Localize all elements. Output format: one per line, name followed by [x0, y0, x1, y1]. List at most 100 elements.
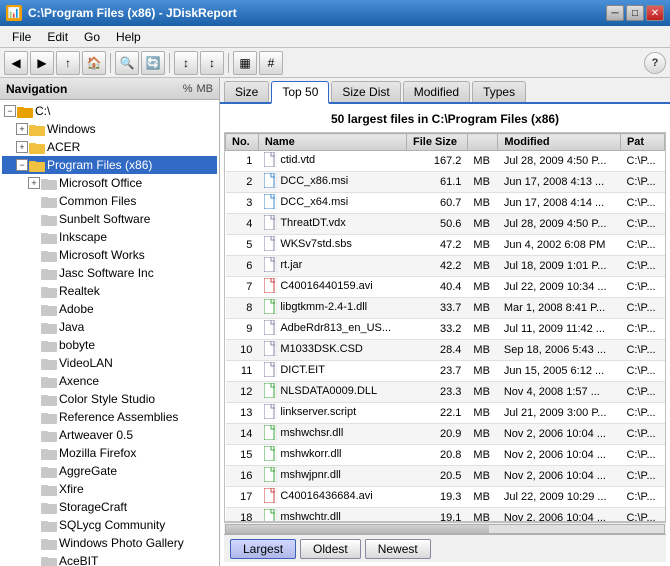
tree-item-programfilesx86[interactable]: − Program Files (x86) [2, 156, 217, 174]
tree-item-java[interactable]: Java [2, 318, 217, 336]
up-button[interactable]: ↑ [56, 51, 80, 75]
expand-refassemblies[interactable] [28, 411, 40, 423]
table-row[interactable]: 17 C40016436684.avi 19.3 MB Jul 22, 2009… [226, 487, 665, 508]
tree-item-aggregate[interactable]: AggreGate [2, 462, 217, 480]
forward-button[interactable]: ▶ [30, 51, 54, 75]
expand-acer[interactable]: + [16, 141, 28, 153]
tree-item-refassemblies[interactable]: Reference Assemblies [2, 408, 217, 426]
expand-colorstudio[interactable] [28, 393, 40, 405]
tree-item-jascsoft[interactable]: Jasc Software Inc [2, 264, 217, 282]
tree-item-adobe[interactable]: Adobe [2, 300, 217, 318]
tree-item-sunbeltsoft[interactable]: Sunbelt Software [2, 210, 217, 228]
expand-windows[interactable]: + [16, 123, 28, 135]
sort-asc-button[interactable]: ↕ [174, 51, 198, 75]
table-row[interactable]: 14 mshwchsr.dll 20.9 MB Nov 2, 2006 10:0… [226, 424, 665, 445]
expand-commonfiles[interactable] [28, 195, 40, 207]
tree-item-colorstudio[interactable]: Color Style Studio [2, 390, 217, 408]
sort-desc-button[interactable]: ↕ [200, 51, 224, 75]
expand-sunbeltsoft[interactable] [28, 213, 40, 225]
expand-acebit[interactable] [28, 555, 40, 566]
menu-edit[interactable]: Edit [39, 28, 76, 46]
tree-item-storagecraft[interactable]: StorageCraft [2, 498, 217, 516]
table-row[interactable]: 7 C40016440159.avi 40.4 MB Jul 22, 2009 … [226, 277, 665, 298]
expand-mozillaff[interactable] [28, 447, 40, 459]
newest-button[interactable]: Newest [365, 539, 431, 559]
tab-size[interactable]: Size [224, 81, 269, 102]
tree-item-mozillaff[interactable]: Mozilla Firefox [2, 444, 217, 462]
table-row[interactable]: 2 DCC_x86.msi 61.1 MB Jun 17, 2008 4:13 … [226, 172, 665, 193]
cell-modified: Jul 22, 2009 10:34 ... [498, 277, 621, 298]
table-row[interactable]: 5 WKSv7std.sbs 47.2 MB Jun 4, 2002 6:08 … [226, 235, 665, 256]
table-row[interactable]: 10 M1033DSK.CSD 28.4 MB Sep 18, 2006 5:4… [226, 340, 665, 361]
help-button[interactable]: ? [644, 52, 666, 74]
refresh-button[interactable]: 🔄 [141, 51, 165, 75]
expand-c-root[interactable]: − [4, 105, 16, 117]
expand-aggregate[interactable] [28, 465, 40, 477]
expand-xfire[interactable] [28, 483, 40, 495]
expand-videolan[interactable] [28, 357, 40, 369]
expand-java[interactable] [28, 321, 40, 333]
menu-go[interactable]: Go [76, 28, 108, 46]
tree-item-microsoftworks[interactable]: Microsoft Works [2, 246, 217, 264]
table-row[interactable]: 16 mshwjpnr.dll 20.5 MB Nov 2, 2006 10:0… [226, 466, 665, 487]
expand-storagecraft[interactable] [28, 501, 40, 513]
expand-realtek[interactable] [28, 285, 40, 297]
table-row[interactable]: 8 libgtkmm-2.4-1.dll 33.7 MB Mar 1, 2008… [226, 298, 665, 319]
oldest-button[interactable]: Oldest [300, 539, 361, 559]
expand-adobe[interactable] [28, 303, 40, 315]
options-button[interactable]: # [259, 51, 283, 75]
search-button[interactable]: 🔍 [115, 51, 139, 75]
tree-item-windows[interactable]: + Windows [2, 120, 217, 138]
horizontal-scrollbar[interactable] [224, 522, 666, 534]
table-row[interactable]: 9 AdbeRdr813_en_US... 33.2 MB Jul 11, 20… [226, 319, 665, 340]
tree-item-winphotogallery[interactable]: Windows Photo Gallery [2, 534, 217, 552]
tree-item-acebit[interactable]: AceBIT [2, 552, 217, 566]
expand-artweaver[interactable] [28, 429, 40, 441]
tab-top50[interactable]: Top 50 [271, 81, 329, 104]
table-row[interactable]: 12 NLSDATA0009.DLL 23.3 MB Nov 4, 2008 1… [226, 382, 665, 403]
tab-sizedist[interactable]: Size Dist [331, 81, 400, 102]
expand-bobyte[interactable] [28, 339, 40, 351]
tree-item-microsoftoffice[interactable]: + Microsoft Office [2, 174, 217, 192]
table-row[interactable]: 4 ThreatDT.vdx 50.6 MB Jul 28, 2009 4:50… [226, 214, 665, 235]
tree-item-c-root[interactable]: − C:\ [2, 102, 217, 120]
close-button[interactable]: ✕ [646, 5, 664, 21]
tree-item-sqlycg[interactable]: SQLycg Community [2, 516, 217, 534]
tree-item-commonfiles[interactable]: Common Files [2, 192, 217, 210]
table-row[interactable]: 3 DCC_x64.msi 60.7 MB Jun 17, 2008 4:14 … [226, 193, 665, 214]
table-row[interactable]: 18 mshwchtr.dll 19.1 MB Nov 2, 2006 10:0… [226, 508, 665, 523]
table-row[interactable]: 11 DICT.EIT 23.7 MB Jun 15, 2005 6:12 ..… [226, 361, 665, 382]
tree-item-bobyte[interactable]: bobyte [2, 336, 217, 354]
back-button[interactable]: ◀ [4, 51, 28, 75]
expand-jascsoft[interactable] [28, 267, 40, 279]
largest-button[interactable]: Largest [230, 539, 296, 559]
expand-programfilesx86[interactable]: − [16, 159, 28, 171]
table-row[interactable]: 13 linkserver.script 22.1 MB Jul 21, 200… [226, 403, 665, 424]
expand-axence[interactable] [28, 375, 40, 387]
tree-item-acer[interactable]: + ACER [2, 138, 217, 156]
menu-help[interactable]: Help [108, 28, 149, 46]
maximize-button[interactable]: □ [626, 5, 644, 21]
expand-microsoftoffice[interactable]: + [28, 177, 40, 189]
tree-item-videolan[interactable]: VideoLAN [2, 354, 217, 372]
nav-tree[interactable]: − C:\ + Windows + ACER [0, 100, 219, 566]
tab-modified[interactable]: Modified [403, 81, 470, 102]
expand-inkscape[interactable] [28, 231, 40, 243]
expand-sqlycg[interactable] [28, 519, 40, 531]
tree-item-xfire[interactable]: Xfire [2, 480, 217, 498]
expand-winphotogallery[interactable] [28, 537, 40, 549]
table-row[interactable]: 1 ctid.vtd 167.2 MB Jul 28, 2009 4:50 P.… [226, 151, 665, 172]
expand-microsoftworks[interactable] [28, 249, 40, 261]
tree-item-realtek[interactable]: Realtek [2, 282, 217, 300]
minimize-button[interactable]: ─ [606, 5, 624, 21]
tree-item-artweaver[interactable]: Artweaver 0.5 [2, 426, 217, 444]
data-table[interactable]: No. Name File Size Modified Pat 1 [224, 132, 666, 522]
tree-item-axence[interactable]: Axence [2, 372, 217, 390]
tree-item-inkscape[interactable]: Inkscape [2, 228, 217, 246]
table-row[interactable]: 15 mshwkorr.dll 20.8 MB Nov 2, 2006 10:0… [226, 445, 665, 466]
menu-file[interactable]: File [4, 28, 39, 46]
home-button[interactable]: 🏠 [82, 51, 106, 75]
view-button[interactable]: ▦ [233, 51, 257, 75]
table-row[interactable]: 6 rt.jar 42.2 MB Jul 18, 2009 1:01 P... … [226, 256, 665, 277]
tab-types[interactable]: Types [472, 81, 526, 102]
